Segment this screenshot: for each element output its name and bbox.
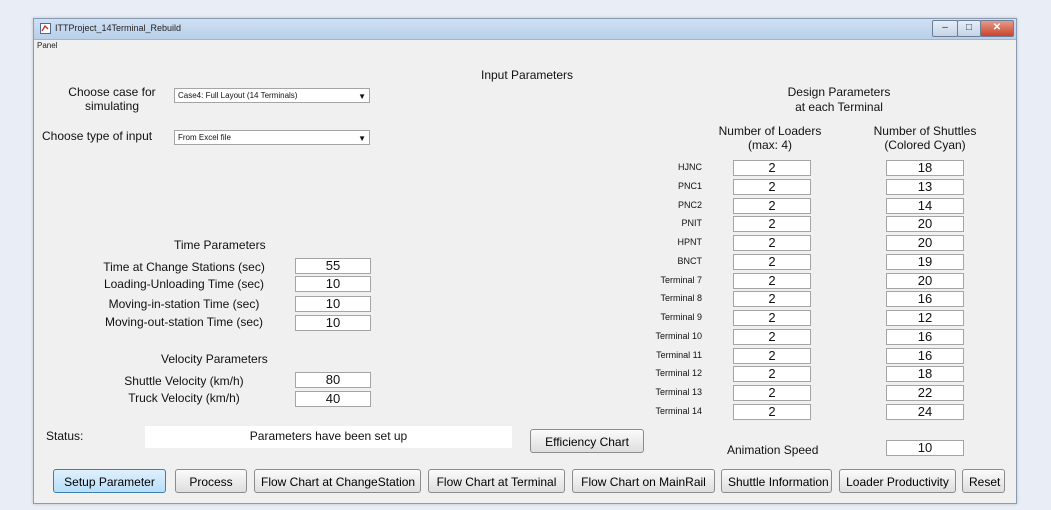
- terminal-name: PNC2: [677, 200, 702, 210]
- shuttles-field[interactable]: 16: [886, 329, 964, 345]
- status-label: Status:: [46, 429, 84, 443]
- terminal-name: PNC1: [677, 181, 702, 191]
- case-label: Choose case for simulating: [68, 85, 156, 113]
- shuttles-field[interactable]: 24: [886, 404, 964, 420]
- terminal-name: HJNC: [678, 162, 702, 172]
- reset-button[interactable]: Reset: [962, 469, 1005, 493]
- terminal-name: Terminal 9: [660, 312, 702, 322]
- shuttles-field[interactable]: 22: [886, 385, 964, 401]
- loaders-field[interactable]: 2: [733, 329, 811, 345]
- chevron-down-icon: ▼: [358, 92, 366, 101]
- time-change-field[interactable]: 55: [295, 258, 371, 274]
- shuttles-field[interactable]: 18: [886, 366, 964, 382]
- loader-productivity-button[interactable]: Loader Productivity: [839, 469, 956, 493]
- shuttles-field[interactable]: 18: [886, 160, 964, 176]
- shuttles-header: Number of Shuttles (Colored Cyan): [850, 124, 1000, 152]
- setup-parameter-button[interactable]: Setup Parameter: [53, 469, 166, 493]
- matlab-figure-icon: [40, 23, 51, 34]
- terminal-name: Terminal 11: [656, 350, 702, 360]
- process-button[interactable]: Process: [175, 469, 247, 493]
- case-select[interactable]: Case4: Full Layout (14 Terminals) ▼: [174, 88, 370, 103]
- chevron-down-icon: ▼: [358, 134, 366, 143]
- terminal-name: Terminal 13: [655, 387, 702, 397]
- moving-in-field[interactable]: 10: [295, 296, 371, 312]
- terminal-name: Terminal 12: [655, 368, 702, 378]
- loaders-header-line2: (max: 4): [747, 138, 792, 152]
- animation-speed-field[interactable]: 10: [886, 440, 964, 456]
- maximize-button[interactable]: □: [957, 20, 981, 37]
- input-type-value: From Excel file: [178, 133, 231, 142]
- shuttles-header-line2: (Colored Cyan): [884, 138, 966, 152]
- input-parameters-heading: Input Parameters: [481, 68, 574, 82]
- terminal-name: Terminal 8: [660, 293, 702, 303]
- loaders-field[interactable]: 2: [733, 291, 811, 307]
- loaders-field[interactable]: 2: [733, 404, 811, 420]
- loaders-field[interactable]: 2: [733, 254, 811, 270]
- loading-time-field[interactable]: 10: [295, 276, 371, 292]
- truck-velocity-field[interactable]: 40: [295, 391, 371, 407]
- case-select-value: Case4: Full Layout (14 Terminals): [178, 91, 298, 100]
- loaders-field[interactable]: 2: [733, 385, 811, 401]
- shuttles-field[interactable]: 13: [886, 179, 964, 195]
- design-title-line1: Design Parameters: [787, 85, 891, 99]
- time-change-label: Time at Change Stations (sec): [103, 260, 265, 274]
- loaders-field[interactable]: 2: [733, 273, 811, 289]
- loaders-field[interactable]: 2: [733, 179, 811, 195]
- design-parameters-heading: Design Parameters at each Terminal: [759, 85, 919, 115]
- moving-out-field[interactable]: 10: [295, 315, 371, 331]
- title-bar[interactable]: ITTProject_14Terminal_Rebuild ‒ □ ✕: [34, 19, 1016, 40]
- terminal-name: PNIT: [681, 218, 702, 228]
- shuttles-field[interactable]: 20: [886, 216, 964, 232]
- loaders-field[interactable]: 2: [733, 310, 811, 326]
- minimize-button[interactable]: ‒: [932, 20, 958, 37]
- moving-out-label: Moving-out-station Time (sec): [104, 315, 264, 329]
- shuttles-field[interactable]: 12: [886, 310, 964, 326]
- minimize-icon: ‒: [942, 22, 948, 33]
- loaders-field[interactable]: 2: [733, 216, 811, 232]
- flow-chart-changestation-button[interactable]: Flow Chart at ChangeStation: [254, 469, 421, 493]
- design-title-line2: at each Terminal: [795, 100, 883, 114]
- moving-in-label: Moving-in-station Time (sec): [108, 297, 260, 311]
- efficiency-chart-button[interactable]: Efficiency Chart: [530, 429, 644, 453]
- shuttles-field[interactable]: 16: [886, 348, 964, 364]
- animation-speed-label: Animation Speed: [727, 443, 819, 457]
- shuttles-field[interactable]: 20: [886, 235, 964, 251]
- window-title: ITTProject_14Terminal_Rebuild: [55, 23, 182, 33]
- close-icon: ✕: [992, 22, 1002, 33]
- status-text: Parameters have been set up: [145, 426, 512, 448]
- shuttles-field[interactable]: 19: [886, 254, 964, 270]
- panel-label: Panel: [37, 41, 58, 50]
- shuttles-field[interactable]: 20: [886, 273, 964, 289]
- velocity-parameters-heading: Velocity Parameters: [161, 352, 268, 366]
- maximize-icon: □: [965, 22, 973, 33]
- close-button[interactable]: ✕: [980, 20, 1014, 37]
- terminal-name: BNCT: [677, 256, 703, 266]
- shuttles-field[interactable]: 16: [886, 291, 964, 307]
- flow-chart-mainrail-button[interactable]: Flow Chart on MainRail: [572, 469, 715, 493]
- time-parameters-heading: Time Parameters: [174, 238, 266, 252]
- loaders-header: Number of Loaders (max: 4): [700, 124, 840, 152]
- loaders-field[interactable]: 2: [733, 366, 811, 382]
- shuttles-header-line1: Number of Shuttles: [873, 124, 977, 138]
- loaders-field[interactable]: 2: [733, 235, 811, 251]
- input-type-select[interactable]: From Excel file ▼: [174, 130, 370, 145]
- flow-chart-terminal-button[interactable]: Flow Chart at Terminal: [428, 469, 565, 493]
- loaders-field[interactable]: 2: [733, 348, 811, 364]
- shuttle-information-button[interactable]: Shuttle Information: [721, 469, 832, 493]
- terminal-name: HPNT: [677, 237, 703, 247]
- terminal-name: Terminal 7: [660, 275, 702, 285]
- shuttles-field[interactable]: 14: [886, 198, 964, 214]
- input-type-label: Choose type of input: [42, 129, 153, 143]
- loaders-field[interactable]: 2: [733, 198, 811, 214]
- truck-velocity-label: Truck Velocity (km/h): [128, 391, 240, 405]
- loaders-header-line1: Number of Loaders: [718, 124, 822, 138]
- terminal-name: Terminal 10: [655, 331, 702, 341]
- loaders-field[interactable]: 2: [733, 160, 811, 176]
- shuttle-velocity-field[interactable]: 80: [295, 372, 371, 388]
- shuttle-velocity-label: Shuttle Velocity (km/h): [124, 374, 244, 388]
- app-window: ITTProject_14Terminal_Rebuild ‒ □ ✕ Pane…: [33, 18, 1017, 504]
- loading-time-label: Loading-Unloading Time (sec): [103, 277, 265, 291]
- terminal-name: Terminal 14: [655, 406, 702, 416]
